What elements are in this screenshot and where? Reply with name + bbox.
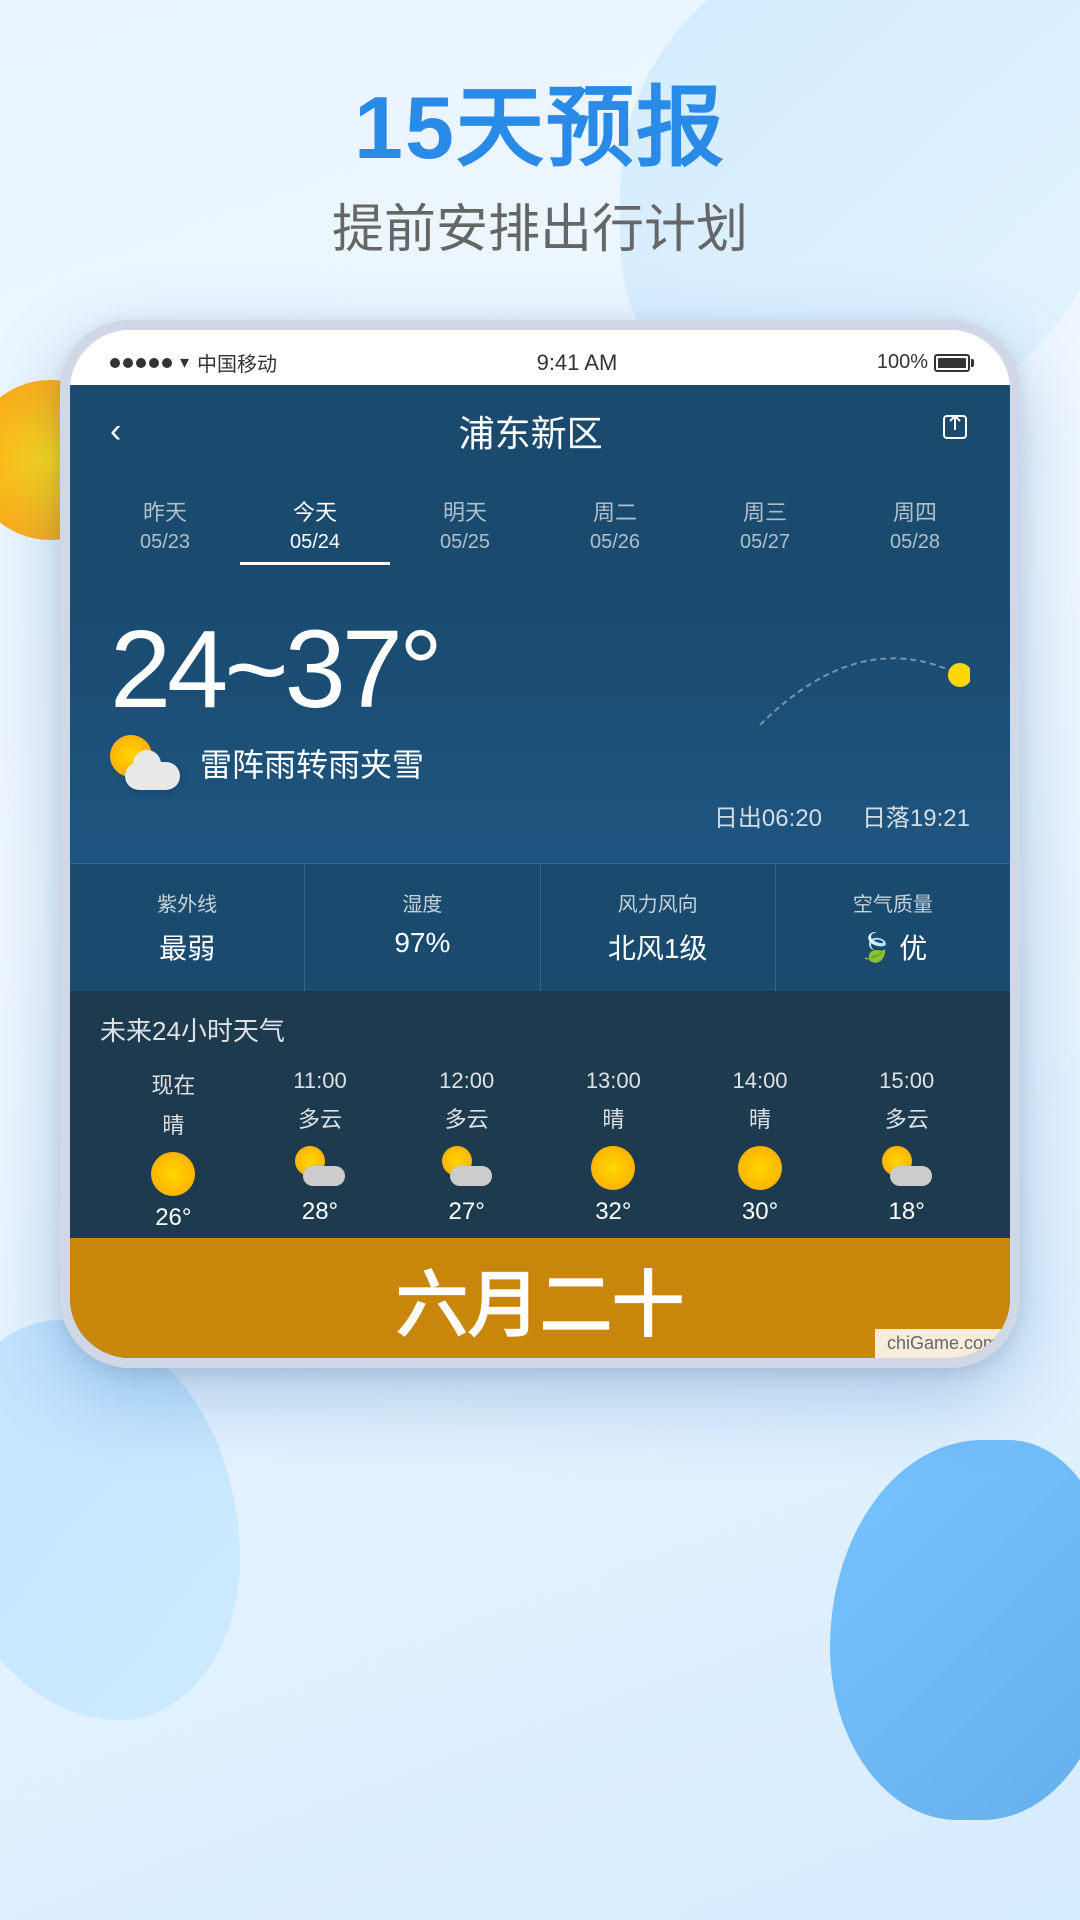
share-button[interactable] <box>940 412 970 450</box>
tab-wed[interactable]: 周三 05/27 <box>690 487 840 565</box>
status-right: 100% <box>877 351 970 374</box>
status-left: ▾ 中国移动 <box>110 348 277 377</box>
metrics-row: 紫外线 最弱 湿度 97% 风力风向 北风1级 空气质量 🍃 优 <box>70 863 1010 991</box>
air-metric: 空气质量 🍃 优 <box>776 864 1010 991</box>
bg-decoration-left <box>0 1320 240 1720</box>
promo-title: 15天预报 <box>0 80 1080 177</box>
humidity-value: 97% <box>315 927 529 959</box>
hourly-title: 未来24小时天气 <box>100 1011 980 1048</box>
signal-icon <box>110 358 172 368</box>
cloud-part <box>125 762 180 790</box>
air-value: 🍃 优 <box>786 927 1000 967</box>
bottom-calendar-strip: 六月二十 chiGame.com <box>70 1238 1010 1358</box>
app-header: ‹ 浦东新区 <box>70 385 1010 477</box>
battery-fill <box>938 358 966 368</box>
hour-icon-1 <box>295 1146 345 1186</box>
sunset-time: 日落19:21 <box>862 798 970 833</box>
city-title: 浦东新区 <box>459 405 603 457</box>
tab-tomorrow[interactable]: 明天 05/25 <box>390 487 540 565</box>
battery-percent: 100% <box>877 351 928 374</box>
humidity-metric: 湿度 97% <box>305 864 540 991</box>
share-icon <box>940 412 970 442</box>
hour-icon-4 <box>735 1146 785 1186</box>
hour-icon-0 <box>148 1152 198 1192</box>
weather-main: 24~37° 雷阵雨转雨夹雪 日出06:20 日落19:21 <box>70 585 1010 863</box>
uv-label: 紫外线 <box>80 888 294 917</box>
sun-arc <box>750 615 970 735</box>
promo-subtitle: 提前安排出行计划 <box>0 187 1080 262</box>
tab-today[interactable]: 今天 05/24 <box>240 487 390 565</box>
weather-desc-row: 雷阵雨转雨夹雪 <box>110 735 970 790</box>
hour-icon-2 <box>442 1146 492 1186</box>
uv-value: 最弱 <box>80 927 294 967</box>
weather-condition: 雷阵雨转雨夹雪 <box>200 740 424 786</box>
hour-icon-3 <box>588 1146 638 1186</box>
day-tabs: 昨天 05/23 今天 05/24 明天 05/25 周二 05/26 周三 0… <box>70 477 1010 585</box>
sunrise-time: 日出06:20 <box>714 798 822 833</box>
air-label: 空气质量 <box>786 888 1000 917</box>
tab-yesterday[interactable]: 昨天 05/23 <box>90 487 240 565</box>
bg-decoration-right <box>830 1440 1080 1820</box>
wifi-icon: ▾ <box>180 352 189 373</box>
humidity-label: 湿度 <box>315 888 529 917</box>
wind-value: 北风1级 <box>551 927 765 967</box>
carrier-label: 中国移动 <box>197 348 277 377</box>
wind-metric: 风力风向 北风1级 <box>541 864 776 991</box>
sun-times: 日出06:20 日落19:21 <box>110 798 970 833</box>
wind-label: 风力风向 <box>551 888 765 917</box>
battery-icon <box>934 354 970 372</box>
watermark: chiGame.com <box>875 1329 1010 1358</box>
back-button[interactable]: ‹ <box>110 412 121 451</box>
promo-section: 15天预报 提前安排出行计划 <box>0 80 1080 262</box>
hour-icon-5 <box>882 1146 932 1186</box>
status-time: 9:41 AM <box>537 350 618 376</box>
status-bar: ▾ 中国移动 9:41 AM 100% <box>70 330 1010 385</box>
phone-mockup: ▾ 中国移动 9:41 AM 100% ‹ 浦东新区 <box>60 320 1020 1368</box>
weather-icon <box>110 735 180 790</box>
tab-thu[interactable]: 周四 05/28 <box>840 487 990 565</box>
uv-metric: 紫外线 最弱 <box>70 864 305 991</box>
phone-frame: ▾ 中国移动 9:41 AM 100% ‹ 浦东新区 <box>60 320 1020 1368</box>
calendar-text: 六月二十 <box>396 1246 684 1351</box>
tab-tue[interactable]: 周二 05/26 <box>540 487 690 565</box>
